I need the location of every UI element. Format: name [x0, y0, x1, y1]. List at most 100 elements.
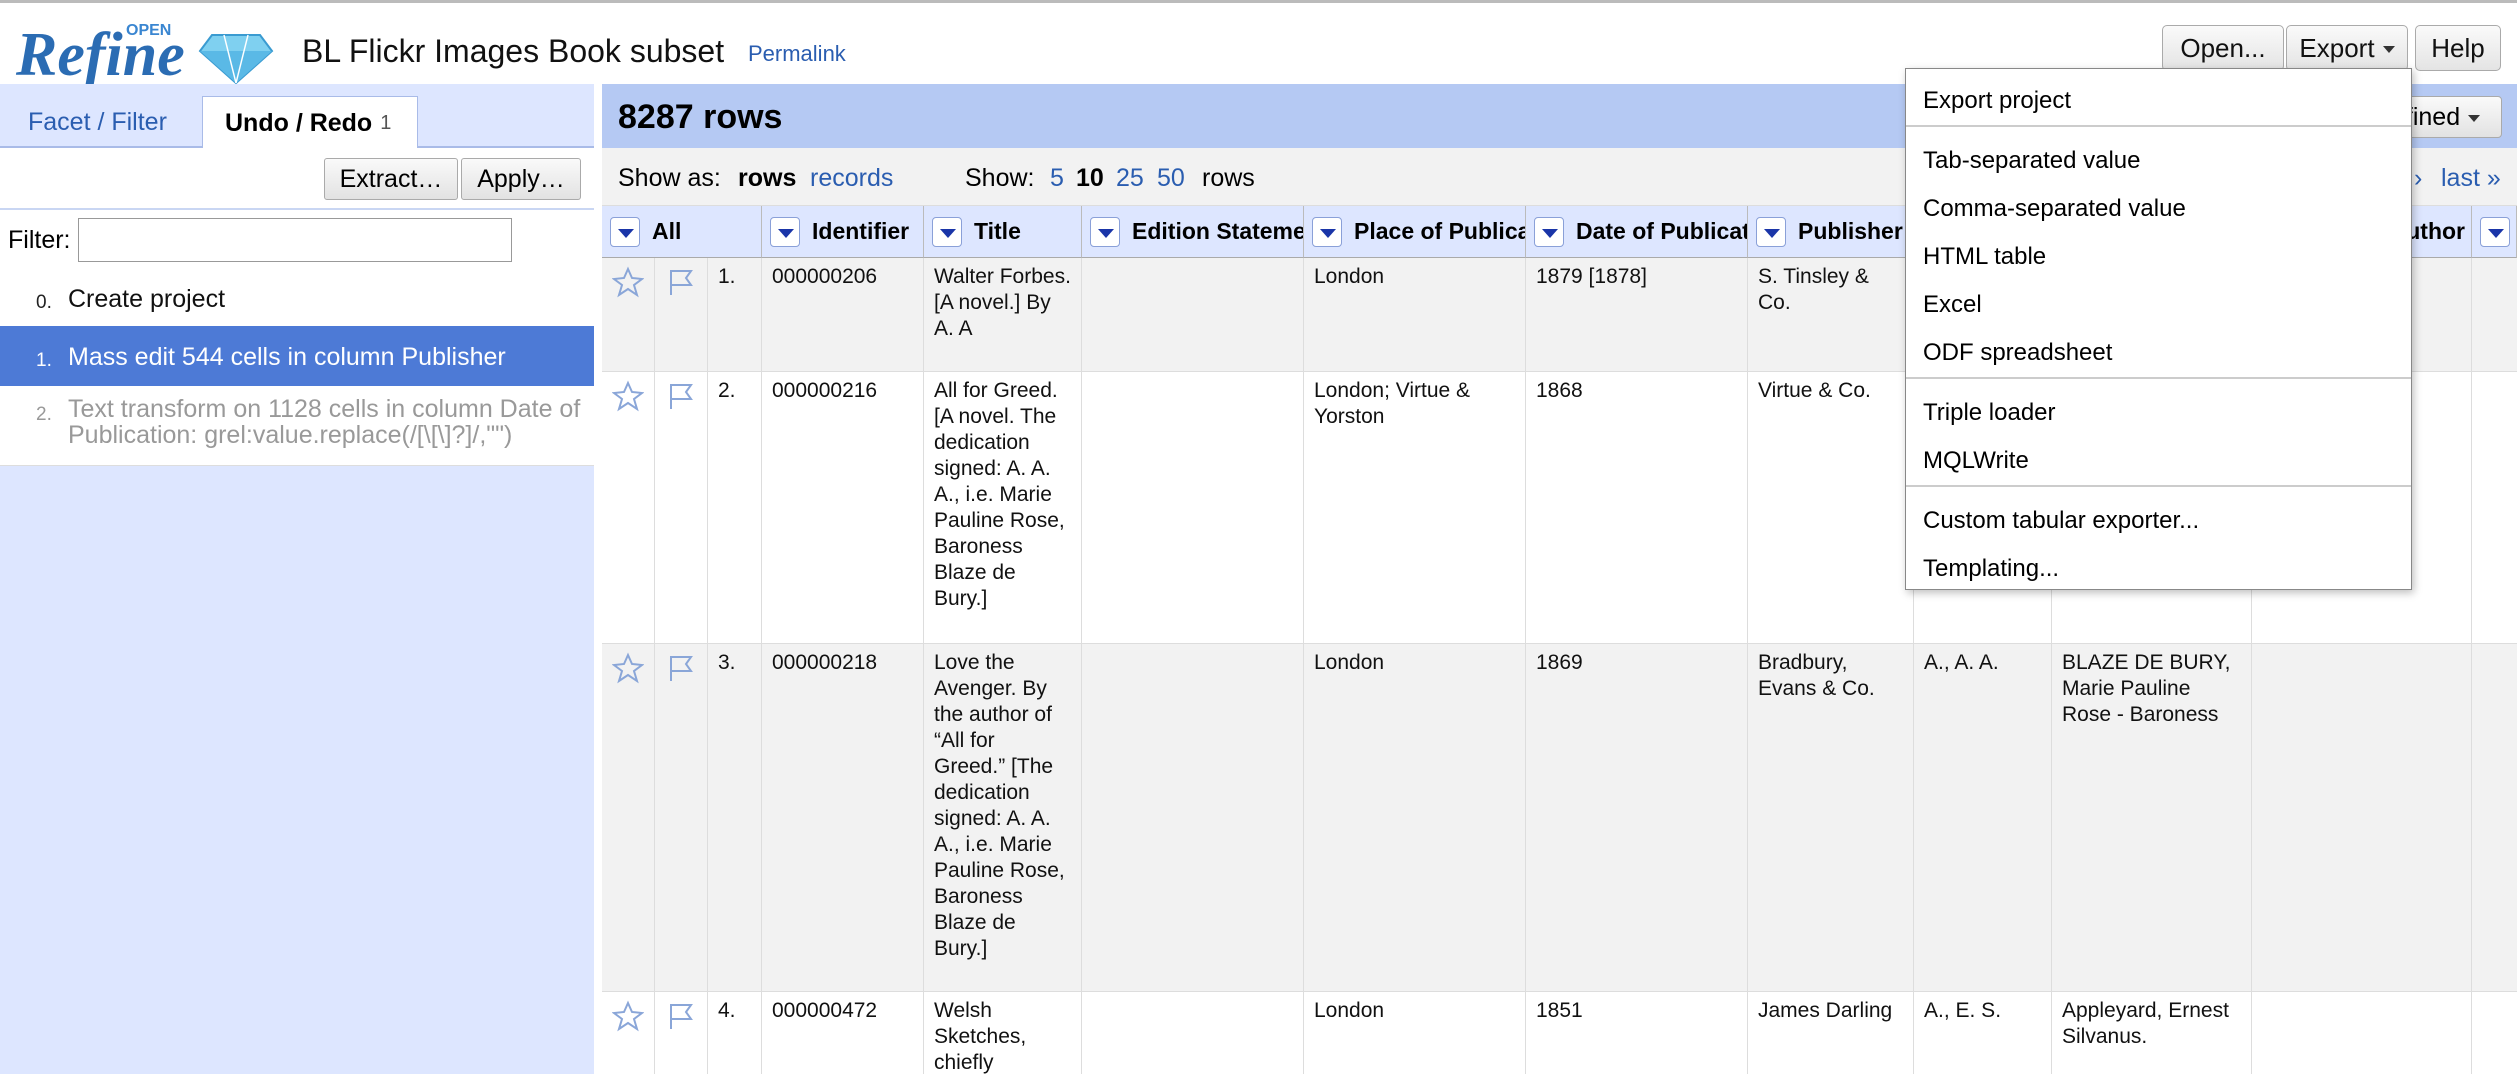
column-header-all[interactable]: All	[602, 206, 762, 258]
cell-date[interactable]: 1869	[1526, 644, 1748, 991]
help-button[interactable]: Help	[2415, 25, 2501, 71]
cell-col8[interactable]: A., E. S.	[1914, 992, 2052, 1074]
menu-item-templating[interactable]: Templating...	[1906, 543, 2411, 589]
cell-publisher[interactable]: James Darling	[1748, 992, 1914, 1074]
column-menu-icon[interactable]	[2480, 216, 2510, 247]
flag-icon[interactable]	[665, 380, 697, 412]
cell-publisher[interactable]: S. Tinsley & Co.	[1748, 258, 1914, 371]
column-header-label: Identifier	[812, 218, 910, 244]
cell-col9[interactable]: Appleyard, Ernest Silvanus.	[2052, 992, 2252, 1074]
next-page-link[interactable]: ›	[2414, 164, 2422, 193]
menu-item-mqlwrite[interactable]: MQLWrite	[1906, 435, 2411, 481]
show-as-records-link[interactable]: records	[810, 164, 893, 193]
column-header-next[interactable]	[2472, 206, 2517, 258]
column-header-label: Title	[974, 218, 1021, 244]
export-button[interactable]: Export	[2286, 25, 2408, 71]
star-icon[interactable]	[612, 652, 644, 684]
star-cell[interactable]	[602, 992, 655, 1074]
flag-cell[interactable]	[655, 372, 708, 643]
cell-publisher[interactable]: Bradbury, Evans & Co.	[1748, 644, 1914, 991]
menu-item-triple-loader[interactable]: Triple loader	[1906, 387, 2411, 433]
cell-col9[interactable]: BLAZE DE BURY, Marie Pauline Rose - Baro…	[2052, 644, 2252, 991]
history-filter-input[interactable]	[78, 218, 512, 262]
open-button[interactable]: Open...	[2162, 25, 2284, 71]
cell-edition[interactable]	[1082, 372, 1304, 643]
star-icon[interactable]	[612, 1000, 644, 1032]
star-cell[interactable]	[602, 644, 655, 991]
column-menu-icon[interactable]	[1090, 216, 1120, 247]
project-title[interactable]: BL Flickr Images Book subset	[302, 33, 724, 70]
cell-date[interactable]: 1879 [1878]	[1526, 258, 1748, 371]
flag-cell[interactable]	[655, 992, 708, 1074]
history-entry-text-transform[interactable]: 2. Text transform on 1128 cells in colum…	[0, 386, 594, 466]
flag-icon[interactable]	[665, 266, 697, 298]
column-header-title[interactable]: Title	[924, 206, 1082, 258]
menu-item-tab-separated[interactable]: Tab-separated value	[1906, 135, 2411, 181]
cell-title[interactable]: Love the Avenger. By the author of “All …	[924, 644, 1082, 991]
column-menu-icon[interactable]	[610, 216, 640, 247]
page-size-5[interactable]: 5	[1050, 164, 1064, 193]
menu-item-export-project[interactable]: Export project	[1906, 75, 2411, 121]
cell-place[interactable]: London	[1304, 258, 1526, 371]
history-entry-create-project[interactable]: 0. Create project	[0, 266, 594, 326]
column-header-edition-statement[interactable]: Edition Statement	[1082, 206, 1304, 258]
last-page-link[interactable]: last »	[2441, 164, 2501, 193]
cell-title[interactable]: Walter Forbes. [A novel.] By A. A	[924, 258, 1082, 371]
cell-place[interactable]: London	[1304, 992, 1526, 1074]
flag-icon[interactable]	[665, 1000, 697, 1032]
column-menu-icon[interactable]	[1312, 216, 1342, 247]
menu-item-custom-tabular-exporter[interactable]: Custom tabular exporter...	[1906, 495, 2411, 541]
cell-place[interactable]: London	[1304, 644, 1526, 991]
cell-author[interactable]	[2252, 992, 2472, 1074]
cell-identifier[interactable]: 000000472	[762, 992, 924, 1074]
flag-icon[interactable]	[665, 652, 697, 684]
flag-cell[interactable]	[655, 644, 708, 991]
column-menu-icon[interactable]	[932, 216, 962, 247]
star-icon[interactable]	[612, 380, 644, 412]
cell-identifier[interactable]: 000000206	[762, 258, 924, 371]
tab-facet-filter[interactable]: Facet / Filter	[6, 96, 189, 148]
cell-place[interactable]: London; Virtue & Yorston	[1304, 372, 1526, 643]
tab-undo-redo[interactable]: Undo / Redo 1	[202, 96, 418, 150]
show-as-rows[interactable]: rows	[738, 164, 796, 193]
menu-item-html-table[interactable]: HTML table	[1906, 231, 2411, 277]
cell-edition[interactable]	[1082, 992, 1304, 1074]
history-entry-mass-edit[interactable]: 1. Mass edit 544 cells in column Publish…	[0, 326, 594, 386]
cell-identifier[interactable]: 000000218	[762, 644, 924, 991]
apply-button[interactable]: Apply…	[461, 158, 581, 200]
cell-author[interactable]	[2252, 644, 2472, 991]
star-icon[interactable]	[612, 266, 644, 298]
column-header-date-of-publication[interactable]: Date of Publication	[1526, 206, 1748, 258]
cell-identifier[interactable]: 000000216	[762, 372, 924, 643]
cell-edition[interactable]	[1082, 258, 1304, 371]
column-header-identifier[interactable]: Identifier	[762, 206, 924, 258]
cell-title[interactable]: Welsh Sketches, chiefly	[924, 992, 1082, 1074]
page-size-10[interactable]: 10	[1076, 164, 1104, 193]
column-header-publisher[interactable]: Publisher	[1748, 206, 1914, 258]
cell-date[interactable]: 1851	[1526, 992, 1748, 1074]
cell-col8[interactable]: A., A. A.	[1914, 644, 2052, 991]
page-size-50[interactable]: 50	[1157, 164, 1185, 193]
history-entry-text: Text transform on 1128 cells in column D…	[68, 395, 581, 449]
permalink-link[interactable]: Permalink	[748, 41, 846, 67]
menu-item-label: Templating...	[1923, 555, 2060, 582]
page-size-25[interactable]: 25	[1116, 164, 1144, 193]
flag-cell[interactable]	[655, 258, 708, 371]
extract-button[interactable]: Extract…	[324, 158, 458, 200]
column-menu-icon[interactable]	[1534, 216, 1564, 247]
column-header-label: All	[652, 218, 682, 244]
menu-item-odf-spreadsheet[interactable]: ODF spreadsheet	[1906, 327, 2411, 373]
row-index: 3.	[708, 644, 762, 991]
cell-edition[interactable]	[1082, 644, 1304, 991]
column-menu-icon[interactable]	[1756, 216, 1786, 247]
cell-date[interactable]: 1868	[1526, 372, 1748, 643]
column-header-place-of-publication[interactable]: Place of Publication	[1304, 206, 1526, 258]
menu-item-excel[interactable]: Excel	[1906, 279, 2411, 325]
cell-publisher[interactable]: Virtue & Co.	[1748, 372, 1914, 643]
star-cell[interactable]	[602, 258, 655, 371]
openrefine-logo[interactable]: Refine OPEN	[14, 17, 276, 89]
menu-item-comma-separated[interactable]: Comma-separated value	[1906, 183, 2411, 229]
column-menu-icon[interactable]	[770, 216, 800, 247]
star-cell[interactable]	[602, 372, 655, 643]
cell-title[interactable]: All for Greed. [A novel. The dedication …	[924, 372, 1082, 643]
